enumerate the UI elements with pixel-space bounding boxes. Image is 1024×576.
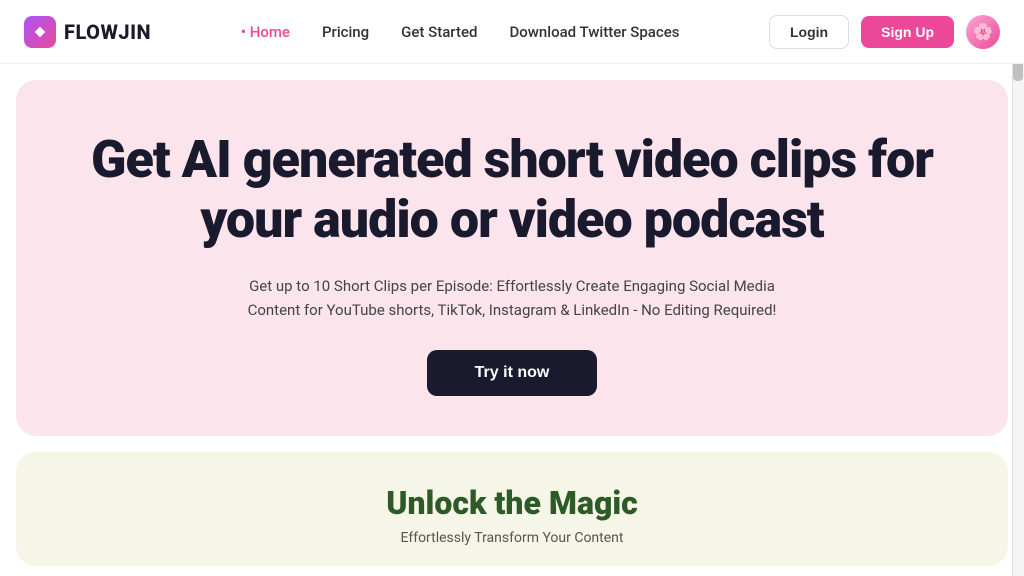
nav-links: Home Pricing Get Started Download Twitte…	[241, 22, 680, 41]
nav-link-get-started[interactable]: Get Started	[401, 23, 477, 41]
unlock-section: Unlock the Magic Effortlessly Transform …	[16, 452, 1008, 566]
nav-item-pricing[interactable]: Pricing	[322, 22, 369, 41]
main-content: Get AI generated short video clips for y…	[0, 64, 1024, 566]
hero-subtitle: Get up to 10 Short Clips per Episode: Ef…	[222, 274, 802, 322]
nav-link-download-twitter[interactable]: Download Twitter Spaces	[509, 23, 679, 41]
nav-item-get-started[interactable]: Get Started	[401, 22, 477, 41]
try-it-now-button[interactable]: Try it now	[427, 350, 598, 396]
nav-item-home[interactable]: Home	[241, 22, 290, 41]
nav-link-pricing[interactable]: Pricing	[322, 23, 369, 41]
avatar[interactable]: 🌸	[966, 15, 1000, 49]
hero-section: Get AI generated short video clips for y…	[16, 80, 1008, 436]
scrollbar[interactable]	[1012, 0, 1024, 576]
nav-actions: Login Sign Up 🌸	[769, 15, 1000, 49]
unlock-subtitle: Effortlessly Transform Your Content	[56, 530, 968, 546]
logo[interactable]: FLOWJIN	[24, 16, 151, 48]
logo-icon	[24, 16, 56, 48]
navbar: FLOWJIN Home Pricing Get Started Downloa…	[0, 0, 1024, 64]
logo-text: FLOWJIN	[64, 20, 151, 44]
signup-button[interactable]: Sign Up	[861, 16, 954, 48]
login-button[interactable]: Login	[769, 15, 849, 49]
unlock-title: Unlock the Magic	[56, 484, 968, 522]
nav-link-home[interactable]: Home	[241, 23, 290, 41]
hero-title: Get AI generated short video clips for y…	[56, 130, 968, 250]
nav-item-download-twitter[interactable]: Download Twitter Spaces	[509, 22, 679, 41]
